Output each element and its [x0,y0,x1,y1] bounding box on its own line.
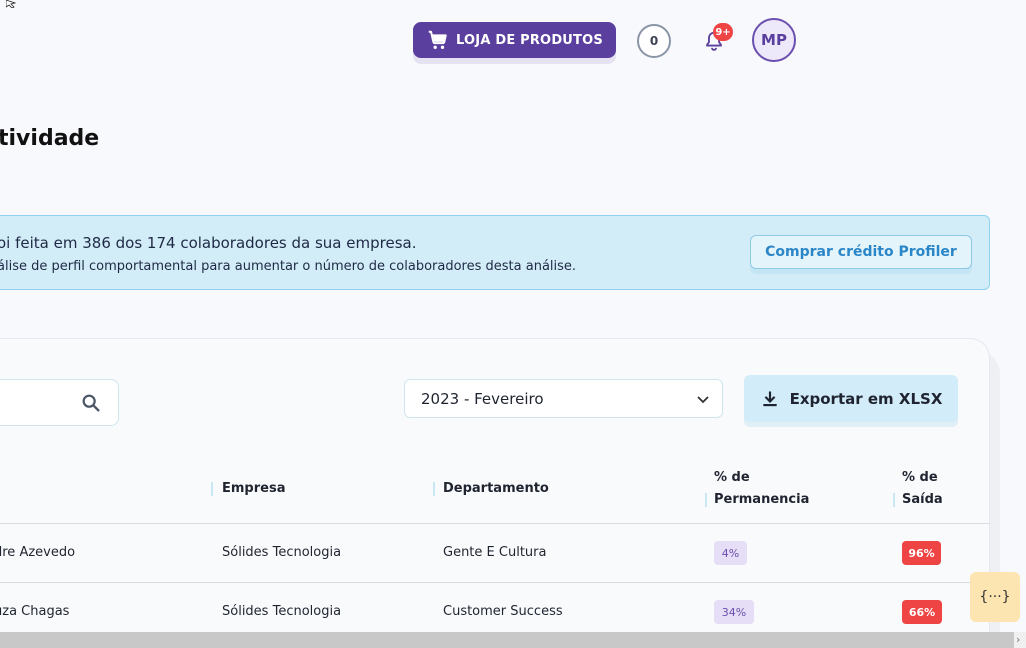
cart-icon [428,30,447,49]
dev-tools-button[interactable]: {···} [970,572,1020,622]
shop-button[interactable]: LOJA DE PRODUTOS [413,22,616,58]
chevron-down-icon [697,396,709,404]
column-header-saida[interactable]: % de Saída [902,467,943,511]
export-button-label: Exportar em XLSX [789,389,943,408]
permanence-badge: 4% [714,541,747,565]
notifications-badge: 9+ [713,23,733,41]
page-title: tividade [0,126,100,151]
download-icon [762,391,777,406]
month-select[interactable]: 2023 - Fevereiro [404,379,723,418]
credits-counter[interactable]: 0 [637,24,671,58]
column-header-permanencia-line1: % de [714,470,750,485]
cell-empresa: Sólides Tecnologia [222,604,342,619]
buy-profiler-credit-button[interactable]: Comprar crédito Profiler [750,235,972,269]
cell-name: dre Azevedo [0,545,76,560]
search-icon[interactable] [80,392,102,414]
cell-name: uza Chagas [0,604,70,619]
top-bar: LOJA DE PRODUTOS 0 9+ MP [0,0,1026,80]
banner-hint: álise de perfil comportamental para aume… [0,259,577,274]
month-select-value: 2023 - Fevereiro [421,389,544,408]
permanence-badge: 34% [714,600,754,624]
cell-empresa: Sólides Tecnologia [222,545,342,560]
exit-badge: 96% [902,541,941,565]
table-divider [0,523,990,524]
cell-departamento: Gente E Cultura [443,545,547,560]
column-header-saida-line2: Saída [902,492,943,507]
info-banner: oi feita em 386 dos 174 colaboradores da… [0,215,990,290]
column-separator [211,482,213,496]
exit-badge: 66% [902,600,942,624]
mouse-cursor-icon [6,0,17,8]
scrollbar-thumb[interactable] [0,632,1014,648]
column-header-permanencia[interactable]: % de Permanencia [714,467,809,511]
shop-button-label: LOJA DE PRODUTOS [456,32,603,48]
column-separator [893,493,895,507]
column-header-permanencia-line2: Permanencia [714,492,810,507]
table-divider [0,582,990,583]
column-separator [433,482,435,496]
avatar[interactable]: MP [752,18,796,62]
cell-departamento: Customer Success [443,604,563,619]
column-header-empresa[interactable]: Empresa [222,478,285,500]
banner-message: oi feita em 386 dos 174 colaboradores da… [0,234,417,252]
column-separator [705,493,707,507]
column-header-saida-line1: % de [902,470,938,485]
export-xlsx-button[interactable]: Exportar em XLSX [744,375,958,422]
column-header-departamento[interactable]: Departamento [443,478,549,500]
scroll-right-icon[interactable]: › [1016,632,1020,648]
